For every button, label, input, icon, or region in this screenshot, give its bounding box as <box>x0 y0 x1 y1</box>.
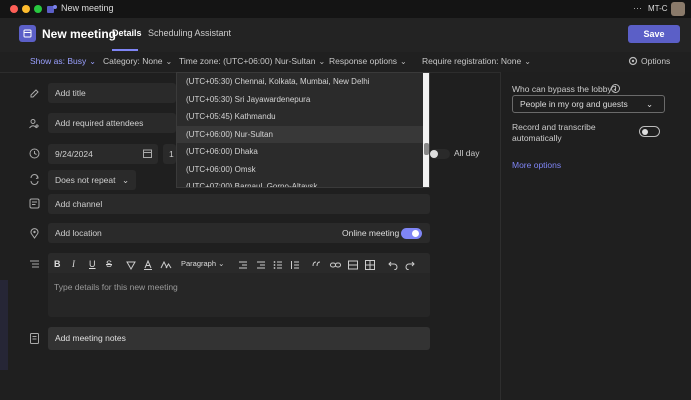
bulleted-list-icon[interactable] <box>273 260 283 270</box>
response-options-dropdown[interactable]: Response options ⌄ <box>329 56 407 66</box>
window-titlebar: New meeting ··· MT-C <box>0 0 691 18</box>
minimize-window-button[interactable] <box>22 5 30 13</box>
details-placeholder: Type details for this new meeting <box>54 282 178 292</box>
table-icon[interactable] <box>365 260 375 270</box>
record-transcribe-toggle[interactable] <box>639 126 660 137</box>
underline-button[interactable]: U <box>89 259 96 269</box>
text-highlight-icon[interactable] <box>126 260 136 270</box>
dropdown-scrollbar[interactable] <box>423 73 429 187</box>
notes-icon <box>30 333 39 344</box>
outdent-icon[interactable] <box>238 260 248 270</box>
channel-input[interactable]: Add channel <box>48 194 430 214</box>
italic-button[interactable]: I <box>72 259 75 269</box>
lobby-dropdown[interactable]: People in my org and guests ⌄ <box>512 95 665 113</box>
maximize-window-button[interactable] <box>34 5 42 13</box>
chevron-down-icon: ⌄ <box>646 99 654 109</box>
meeting-notes-button[interactable]: Add meeting notes <box>48 327 430 350</box>
channel-icon <box>29 198 40 209</box>
time-zone-option[interactable]: (UTC+05:30) Chennai, Kolkata, Mumbai, Ne… <box>177 73 423 91</box>
font-size-icon[interactable] <box>160 260 172 270</box>
redo-icon[interactable] <box>405 260 415 270</box>
title-input[interactable]: Add title <box>48 83 176 103</box>
active-tab-indicator <box>112 49 138 51</box>
all-day-toggle[interactable] <box>430 149 450 159</box>
require-registration-dropdown[interactable]: Require registration: None ⌄ <box>422 56 531 66</box>
time-zone-option[interactable]: (UTC+06:00) Omsk <box>177 161 423 179</box>
end-date-input[interactable]: 1 <box>163 144 176 164</box>
online-meeting-toggle[interactable] <box>401 228 422 239</box>
time-zone-list[interactable]: (UTC+05:30) Chennai, Kolkata, Mumbai, Ne… <box>176 72 430 188</box>
strikethrough-button[interactable]: S <box>106 259 112 269</box>
more-options-link[interactable]: More options <box>512 160 561 170</box>
all-day-label: All day <box>454 148 480 158</box>
calendar-icon <box>19 25 36 42</box>
save-button[interactable]: Save <box>628 25 680 43</box>
calendar-picker-icon[interactable] <box>143 149 152 158</box>
avatar[interactable] <box>671 2 685 16</box>
font-color-icon[interactable] <box>143 260 153 270</box>
time-zone-option[interactable]: (UTC+07:00) Barnaul, Gorno-Altaysk <box>177 178 423 187</box>
time-zone-option[interactable]: (UTC+05:30) Sri Jayawardenepura <box>177 91 423 109</box>
online-meeting-label: Online meeting <box>342 228 400 238</box>
background-window-strip <box>0 280 8 370</box>
lobby-label: Who can bypass the lobby? <box>512 84 617 94</box>
close-window-button[interactable] <box>10 5 18 13</box>
undo-icon[interactable] <box>388 260 398 270</box>
code-icon[interactable] <box>348 260 358 270</box>
show-as-dropdown[interactable]: Show as: Busy ⌄ <box>30 56 96 66</box>
time-zone-option-selected[interactable]: (UTC+06:00) Nur-Sultan <box>177 125 423 143</box>
tab-scheduling-assistant[interactable]: Scheduling Assistant <box>148 28 231 38</box>
tab-details[interactable]: Details <box>112 28 142 38</box>
page-title: New meeting <box>42 27 117 41</box>
quote-icon[interactable] <box>312 260 322 270</box>
bold-button[interactable]: B <box>54 259 61 269</box>
indent-icon[interactable] <box>256 260 266 270</box>
chevron-down-icon: ⌄ <box>122 175 130 185</box>
numbered-list-icon[interactable] <box>290 260 300 270</box>
window-title: New meeting <box>61 3 114 13</box>
record-label-line-2: automatically <box>512 133 562 143</box>
options-button[interactable]: Options <box>641 56 670 66</box>
text-format-icon <box>30 260 39 268</box>
repeat-dropdown[interactable]: Does not repeat ⌄ <box>48 170 136 190</box>
time-zone-dropdown[interactable]: Time zone: (UTC+06:00) Nur-Sultan ⌄ <box>179 56 325 66</box>
attendees-input[interactable]: Add required attendees <box>48 113 176 133</box>
link-icon[interactable] <box>330 260 341 270</box>
gear-icon[interactable] <box>628 56 638 66</box>
location-icon <box>30 228 39 239</box>
pencil-icon <box>30 89 39 98</box>
meeting-options-panel: Who can bypass the lobby? People in my o… <box>500 72 691 400</box>
clock-icon <box>29 148 40 159</box>
meeting-header: New meeting Details Scheduling Assistant… <box>0 18 691 53</box>
paragraph-dropdown[interactable]: Paragraph ⌄ <box>181 259 224 268</box>
category-dropdown[interactable]: Category: None ⌄ <box>103 56 172 66</box>
teams-logo-icon <box>47 5 57 13</box>
time-zone-option[interactable]: (UTC+05:45) Kathmandu <box>177 108 423 126</box>
more-icon[interactable]: ··· <box>633 3 642 13</box>
record-label: Record and transcribe <box>512 122 596 132</box>
add-person-icon <box>29 119 39 129</box>
location-input[interactable]: Add location Online meeting <box>48 223 430 243</box>
scrollbar-thumb[interactable] <box>424 143 429 155</box>
start-date-input[interactable]: 9/24/2024 <box>48 144 158 164</box>
info-icon[interactable] <box>611 84 620 93</box>
meeting-toolbar: Show as: Busy ⌄ Category: None ⌄ Time zone… <box>0 52 691 73</box>
user-initials: MT-C <box>648 4 668 13</box>
repeat-icon <box>30 174 39 185</box>
time-zone-option[interactable]: (UTC+06:00) Dhaka <box>177 143 423 161</box>
